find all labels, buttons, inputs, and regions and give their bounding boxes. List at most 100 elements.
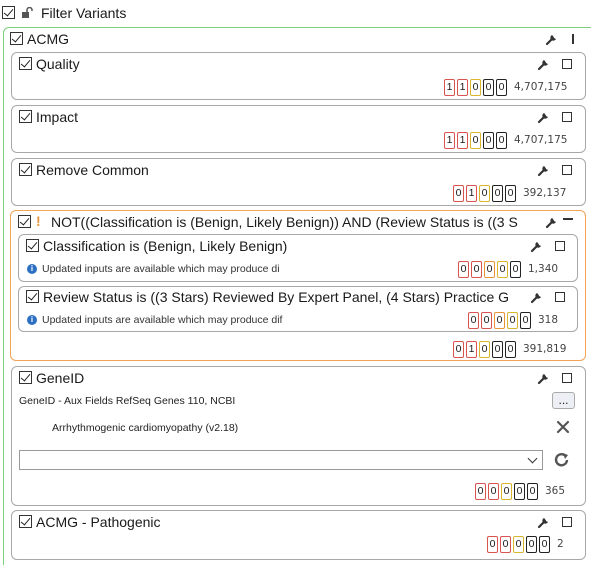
count-badge: 0 (453, 340, 464, 358)
count-badge: 0 (470, 131, 481, 149)
count-badge: 0 (496, 131, 507, 149)
count-badge: 0 (475, 482, 486, 500)
review-status-counts: 0 0 0 0 0 318 (468, 311, 558, 329)
count-badge: 0 (492, 184, 503, 202)
geneid-source: GeneID - Aux Fields RefSeq Genes 110, NC… (19, 395, 236, 407)
classification-counts: 0 0 0 0 0 1,340 (458, 260, 558, 278)
count-badge: 0 (501, 482, 512, 500)
review-status-info-text: Updated inputs are available which may p… (42, 314, 283, 326)
impact-counts: 1 1 0 0 0 4,707,175 (444, 131, 567, 149)
quality-counts: 1 1 0 0 0 4,707,175 (444, 78, 567, 96)
geneid-checkbox[interactable] (19, 371, 32, 384)
impact-title: Impact (36, 109, 79, 125)
browse-button[interactable]: ... (552, 392, 575, 409)
count-badge: 0 (483, 78, 494, 96)
remove-common-title: Remove Common (36, 162, 149, 178)
count-badge: 0 (479, 340, 490, 358)
wrench-icon[interactable] (537, 515, 551, 529)
total-count: 2 (557, 538, 564, 550)
count-badge: 0 (481, 311, 492, 329)
wrench-icon[interactable] (537, 371, 551, 385)
not-group-title: NOT((Classification is (Benign, Likely B… (51, 214, 518, 230)
wrench-icon[interactable] (537, 110, 551, 124)
not-group-counts: 0 1 0 0 0 391,819 (453, 340, 566, 358)
count-badge: 0 (468, 311, 479, 329)
classification-checkbox[interactable] (26, 239, 39, 252)
count-badge: 0 (510, 260, 521, 278)
maximize-icon[interactable] (562, 165, 572, 175)
classification-title: Classification is (Benign, Likely Benign… (43, 238, 288, 254)
wrench-icon[interactable] (530, 290, 544, 304)
acmg-title: ACMG (27, 31, 69, 47)
count-badge: 0 (496, 78, 507, 96)
count-badge: 0 (492, 340, 503, 358)
maximize-icon[interactable] (555, 241, 565, 251)
count-badge: 1 (466, 184, 477, 202)
wrench-icon[interactable] (530, 239, 544, 253)
count-badge: 1 (457, 78, 468, 96)
count-badge: 0 (526, 535, 537, 553)
remove-common-checkbox[interactable] (19, 163, 32, 176)
maximize-icon[interactable] (562, 112, 572, 122)
maximize-icon[interactable] (562, 373, 572, 383)
gene-list-item: Arrhythmogenic cardiomyopathy (v2.18) (52, 422, 239, 434)
wrench-icon[interactable] (545, 32, 559, 46)
gene-list-dropdown[interactable] (19, 450, 543, 470)
count-badge: 0 (505, 340, 516, 358)
filter-variants-title: Filter Variants (41, 5, 127, 21)
count-badge: 0 (505, 184, 516, 202)
maximize-icon[interactable] (562, 59, 572, 69)
geneid-title: GeneID (36, 370, 85, 386)
quality-title: Quality (36, 56, 80, 72)
count-badge: 0 (479, 184, 490, 202)
acmg-checkbox[interactable] (10, 32, 23, 45)
chevron-down-icon (527, 453, 538, 464)
warning-icon: ! (36, 213, 41, 229)
acmg-pathogenic-counts: 0 0 0 0 0 2 (487, 535, 564, 553)
maximize-icon[interactable] (555, 292, 565, 302)
count-badge: 1 (444, 131, 455, 149)
wrench-icon[interactable] (537, 163, 551, 177)
count-badge: 0 (527, 482, 538, 500)
count-badge: 0 (471, 260, 482, 278)
info-icon: i (27, 264, 37, 274)
count-badge: 0 (483, 131, 494, 149)
count-badge: 0 (539, 535, 550, 553)
count-badge: 0 (494, 311, 505, 329)
collapse-icon[interactable] (572, 34, 574, 44)
count-badge: 0 (458, 260, 469, 278)
acmg-pathogenic-checkbox[interactable] (19, 515, 32, 528)
count-badge: 0 (520, 311, 531, 329)
info-icon: i (27, 315, 37, 325)
total-count: 4,707,175 (514, 134, 568, 146)
total-count: 1,340 (528, 263, 559, 275)
not-group-checkbox[interactable] (18, 215, 31, 228)
quality-checkbox[interactable] (19, 57, 32, 70)
count-badge: 0 (488, 482, 499, 500)
classification-info-text: Updated inputs are available which may p… (42, 263, 280, 275)
filter-variants-checkbox[interactable] (2, 6, 15, 19)
impact-checkbox[interactable] (19, 110, 32, 123)
maximize-icon[interactable] (562, 517, 572, 527)
count-badge: 0 (514, 482, 525, 500)
count-badge: 0 (513, 535, 524, 553)
total-count: 392,137 (523, 187, 567, 199)
count-badge: 0 (470, 78, 481, 96)
refresh-icon[interactable] (553, 451, 571, 469)
review-status-title: Review Status is ((3 Stars) Reviewed By … (43, 289, 510, 305)
collapse-icon[interactable] (563, 218, 573, 220)
count-badge: 1 (444, 78, 455, 96)
wrench-icon[interactable] (537, 57, 551, 71)
review-status-checkbox[interactable] (26, 290, 39, 303)
close-icon[interactable] (556, 420, 570, 434)
wrench-icon[interactable] (545, 215, 559, 229)
count-badge: 0 (487, 535, 498, 553)
total-count: 365 (545, 485, 566, 497)
geneid-counts: 0 0 0 0 0 365 (475, 482, 565, 500)
count-badge: 0 (497, 260, 508, 278)
total-count: 391,819 (523, 343, 567, 355)
unlock-icon[interactable] (21, 7, 33, 19)
count-badge: 1 (457, 131, 468, 149)
acmg-pathogenic-title: ACMG - Pathogenic (36, 514, 161, 530)
count-badge: 0 (500, 535, 511, 553)
